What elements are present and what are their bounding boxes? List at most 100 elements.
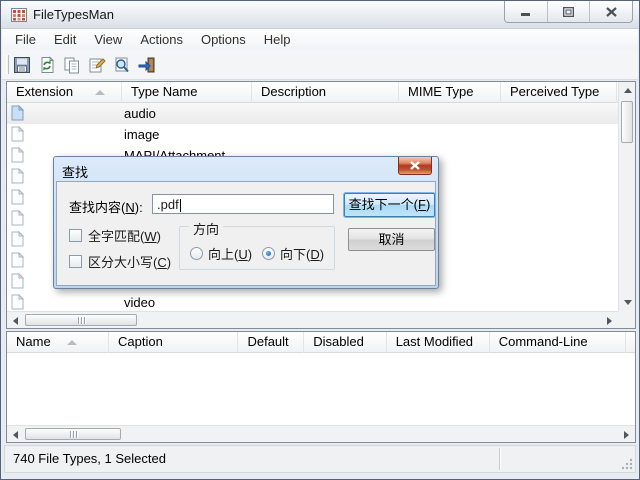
file-icon [11, 126, 24, 142]
copy-button[interactable] [60, 52, 84, 77]
label-text: ) [247, 247, 253, 262]
column-last-modified-label: Last Modified [395, 334, 474, 349]
horizontal-scrollbar[interactable] [7, 425, 635, 442]
vertical-scrollbar[interactable] [618, 82, 635, 311]
column-mime-type-label: MIME Type [408, 84, 474, 99]
minimize-icon [520, 13, 530, 16]
list-item-video[interactable]: video [7, 292, 618, 311]
close-icon [410, 161, 420, 170]
label-text: 向上( [208, 247, 239, 262]
checkbox-label: 全字匹配(W) [88, 226, 161, 245]
column-command-line-label: Command-Line [498, 334, 588, 349]
scroll-down-button[interactable] [619, 294, 636, 311]
column-extension[interactable]: Extension [7, 82, 122, 103]
vertical-scroll-thumb[interactable] [621, 101, 633, 143]
title-bar[interactable]: FileTypesMan [1, 1, 639, 29]
column-default-label: Default [247, 334, 289, 349]
direction-group: 方向 向上(U) 向下(D) [179, 219, 335, 270]
status-text: 740 File Types, 1 Selected [13, 451, 166, 466]
menu-options[interactable]: Options [192, 30, 255, 49]
properties-icon [89, 57, 106, 72]
label-text: 向下( [280, 247, 311, 262]
file-icon [11, 168, 24, 184]
file-icon [11, 189, 24, 205]
refresh-button[interactable] [35, 52, 59, 77]
scroll-left-button[interactable] [7, 426, 24, 443]
column-extension-label: Extension [16, 84, 74, 99]
horizontal-scrollbar[interactable] [7, 311, 618, 328]
column-disabled-label: Disabled [313, 334, 364, 349]
file-types-header: Extension Type Name Description MIME Typ… [7, 82, 635, 103]
minimize-button[interactable] [505, 1, 547, 22]
access-key: N [125, 200, 135, 215]
label-text: 区分大小写( [88, 255, 158, 270]
file-icon [11, 210, 24, 226]
list-item-audio[interactable]: audio [7, 103, 618, 124]
direction-group-label: 方向 [189, 219, 224, 238]
cancel-button[interactable]: 取消 [348, 228, 435, 251]
checkbox-icon [69, 229, 82, 242]
menu-actions[interactable]: Actions [131, 30, 192, 49]
status-bar: 740 File Types, 1 Selected [4, 445, 636, 473]
label-text: ) [319, 247, 325, 262]
horizontal-scroll-thumb[interactable] [25, 314, 137, 326]
scroll-right-button[interactable] [601, 312, 618, 329]
horizontal-scroll-thumb[interactable] [25, 428, 121, 440]
button-text: ) [425, 197, 431, 212]
label-text: 查找内容( [69, 200, 126, 215]
maximize-button[interactable] [546, 1, 590, 22]
column-disabled[interactable]: Disabled [304, 332, 387, 353]
find-button[interactable] [110, 52, 134, 77]
column-caption[interactable]: Caption [109, 332, 239, 353]
direction-up-radio[interactable]: 向上(U) [190, 244, 252, 263]
label-text: ): [134, 200, 143, 215]
column-perceived-type[interactable]: Perceived Type [501, 82, 617, 103]
status-divider [499, 448, 500, 470]
properties-button[interactable] [85, 52, 109, 77]
arrow-left-icon [13, 430, 18, 439]
toolbar-gripper[interactable] [6, 55, 9, 74]
direction-down-radio[interactable]: 向下(D) [262, 244, 324, 263]
column-last-modified[interactable]: Last Modified [387, 332, 490, 353]
menu-view[interactable]: View [85, 30, 131, 49]
actions-pane: Name Caption Default Disabled Last Modif… [6, 331, 636, 443]
find-dialog-title: 查找 [62, 165, 89, 180]
checkbox-label: 区分大小写(C) [88, 252, 171, 271]
actions-header: Name Caption Default Disabled Last Modif… [7, 332, 635, 353]
column-mime-type[interactable]: MIME Type [399, 82, 501, 103]
resize-grip[interactable] [621, 458, 633, 470]
column-default[interactable]: Default [238, 332, 305, 353]
column-command-line[interactable]: Command-Line [490, 332, 626, 353]
match-case-checkbox[interactable]: 区分大小写(C) [69, 252, 171, 271]
type-name-cell: audio [124, 106, 156, 121]
find-next-button[interactable]: 查找下一个(F) [344, 193, 435, 217]
file-icon [11, 252, 24, 268]
scroll-right-button[interactable] [618, 426, 635, 443]
find-input[interactable]: .pdf [152, 194, 334, 214]
close-button[interactable] [589, 1, 632, 22]
menu-bar: File Edit View Actions Options Help [2, 29, 638, 49]
thumb-grip-icon [75, 430, 77, 438]
menu-help[interactable]: Help [255, 30, 300, 49]
column-name[interactable]: Name [7, 332, 110, 353]
thumb-grip-icon [69, 430, 71, 438]
refresh-icon [41, 55, 55, 73]
thumb-grip-icon [77, 316, 79, 324]
column-description[interactable]: Description [252, 82, 399, 103]
scroll-left-button[interactable] [7, 312, 24, 329]
find-input-value: .pdf [157, 197, 179, 212]
column-type-name[interactable]: Type Name [122, 82, 252, 103]
whole-word-checkbox[interactable]: 全字匹配(W) [69, 226, 161, 245]
radio-label: 向下(D) [280, 244, 324, 263]
menu-file[interactable]: File [6, 30, 45, 49]
scroll-up-button[interactable] [619, 82, 636, 99]
menu-edit[interactable]: Edit [45, 30, 85, 49]
radio-icon [190, 247, 203, 260]
scrollbar-corner [618, 311, 635, 328]
list-item-image[interactable]: image [7, 124, 618, 145]
save-button[interactable] [10, 52, 34, 77]
exit-icon [138, 57, 155, 72]
access-key: W [144, 229, 157, 244]
dialog-close-button[interactable] [398, 157, 432, 175]
exit-button[interactable] [135, 52, 159, 77]
